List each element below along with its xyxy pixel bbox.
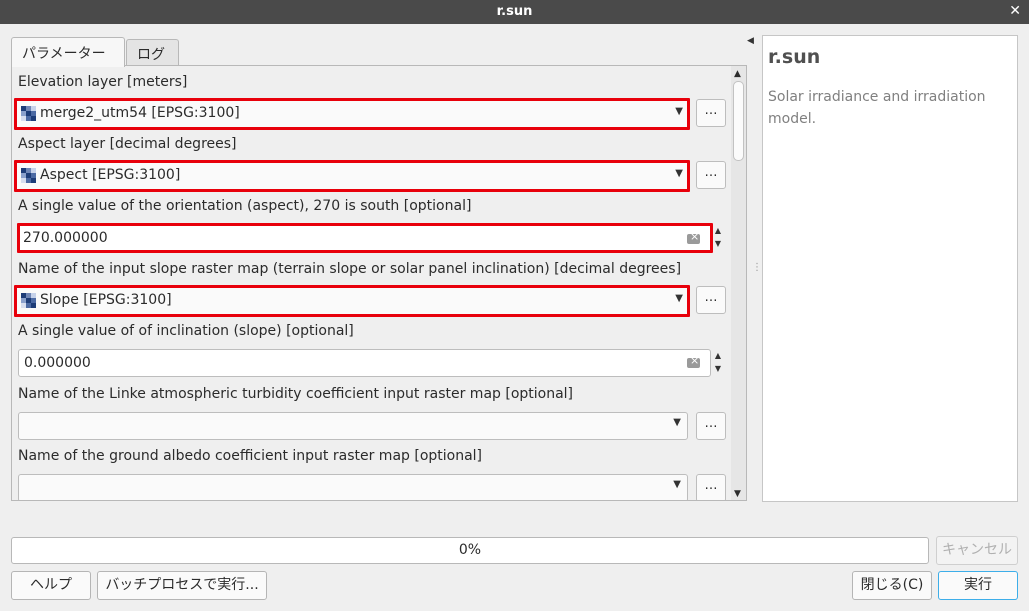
elevation-browse-button[interactable]: … bbox=[696, 99, 726, 127]
aspect-value-input[interactable]: 270.000000 bbox=[17, 223, 713, 253]
chevron-down-icon: ▼ bbox=[675, 106, 683, 117]
run-button[interactable]: 実行 bbox=[938, 571, 1018, 600]
raster-layer-icon bbox=[21, 293, 36, 308]
help-description: Solar irradiance and irradiation model. bbox=[768, 89, 986, 127]
batch-run-button[interactable]: バッチプロセスで実行... bbox=[97, 571, 267, 600]
tab-parameters[interactable]: パラメーター bbox=[11, 37, 125, 67]
collapse-help-icon[interactable]: ◀ bbox=[747, 36, 754, 46]
help-title: r.sun bbox=[768, 46, 821, 68]
help-button[interactable]: ヘルプ bbox=[11, 571, 91, 600]
close-button[interactable]: 閉じる(C) bbox=[852, 571, 932, 600]
title-bar: r.sun ✕ bbox=[0, 0, 1029, 24]
clear-icon[interactable] bbox=[687, 354, 700, 368]
slope-value-input[interactable]: 0.000000 bbox=[18, 349, 711, 377]
aspect-layer-combo[interactable]: Aspect [EPSG:3100] ▼ bbox=[14, 160, 690, 192]
slope-browse-button[interactable]: … bbox=[696, 286, 726, 314]
elevation-layer-value: merge2_utm54 [EPSG:3100] bbox=[40, 105, 240, 121]
elevation-layer-combo[interactable]: merge2_utm54 [EPSG:3100] ▼ bbox=[14, 98, 690, 130]
aspect-browse-button[interactable]: … bbox=[696, 161, 726, 189]
parameters-panel: Elevation layer [meters] merge2_utm54 [E… bbox=[11, 65, 747, 501]
linke-browse-button[interactable]: … bbox=[696, 412, 726, 440]
slope-value-text: 0.000000 bbox=[24, 355, 91, 371]
aspect-layer-value: Aspect [EPSG:3100] bbox=[40, 167, 181, 183]
scrollbar-thumb[interactable] bbox=[733, 81, 744, 161]
window-title: r.sun bbox=[496, 4, 533, 19]
albedo-layer-combo[interactable]: ▼ bbox=[18, 474, 688, 500]
close-icon[interactable]: ✕ bbox=[1009, 3, 1021, 19]
slope-value-label: A single value of of inclination (slope)… bbox=[18, 323, 354, 339]
aspect-label: Aspect layer [decimal degrees] bbox=[18, 136, 237, 152]
scroll-down-icon[interactable]: ▼ bbox=[734, 489, 741, 499]
scroll-up-icon[interactable]: ▲ bbox=[734, 69, 741, 79]
linke-label: Name of the Linke atmospheric turbidity … bbox=[18, 386, 574, 402]
tab-log[interactable]: ログ bbox=[126, 39, 179, 66]
elevation-label: Elevation layer [meters] bbox=[18, 74, 188, 90]
chevron-down-icon: ▼ bbox=[673, 479, 681, 490]
progress-text: 0% bbox=[458, 542, 482, 558]
progress-bar: 0% bbox=[11, 537, 929, 564]
vertical-scrollbar[interactable]: ▲ ▼ bbox=[731, 66, 746, 500]
chevron-down-icon: ▼ bbox=[673, 417, 681, 428]
help-panel: r.sun Solar irradiance and irradiation m… bbox=[762, 35, 1018, 502]
linke-layer-combo[interactable]: ▼ bbox=[18, 412, 688, 440]
slope-value-stepper[interactable]: ▲ ▼ bbox=[710, 349, 726, 377]
raster-layer-icon bbox=[21, 168, 36, 183]
aspect-value-text: 270.000000 bbox=[23, 230, 108, 246]
aspect-value-stepper[interactable]: ▲ ▼ bbox=[710, 224, 726, 252]
slope-label: Name of the input slope raster map (terr… bbox=[18, 261, 682, 277]
raster-layer-icon bbox=[21, 106, 36, 121]
chevron-down-icon: ▼ bbox=[675, 168, 683, 179]
chevron-down-icon: ▼ bbox=[675, 293, 683, 304]
albedo-browse-button[interactable]: … bbox=[696, 474, 726, 500]
cancel-button[interactable]: キャンセル bbox=[936, 536, 1018, 565]
splitter-handle[interactable]: ⋮ bbox=[752, 262, 762, 273]
albedo-label: Name of the ground albedo coefficient in… bbox=[18, 448, 483, 464]
aspect-value-label: A single value of the orientation (aspec… bbox=[18, 198, 472, 214]
slope-layer-combo[interactable]: Slope [EPSG:3100] ▼ bbox=[14, 285, 690, 317]
clear-icon[interactable] bbox=[687, 230, 700, 244]
slope-layer-value: Slope [EPSG:3100] bbox=[40, 292, 172, 308]
